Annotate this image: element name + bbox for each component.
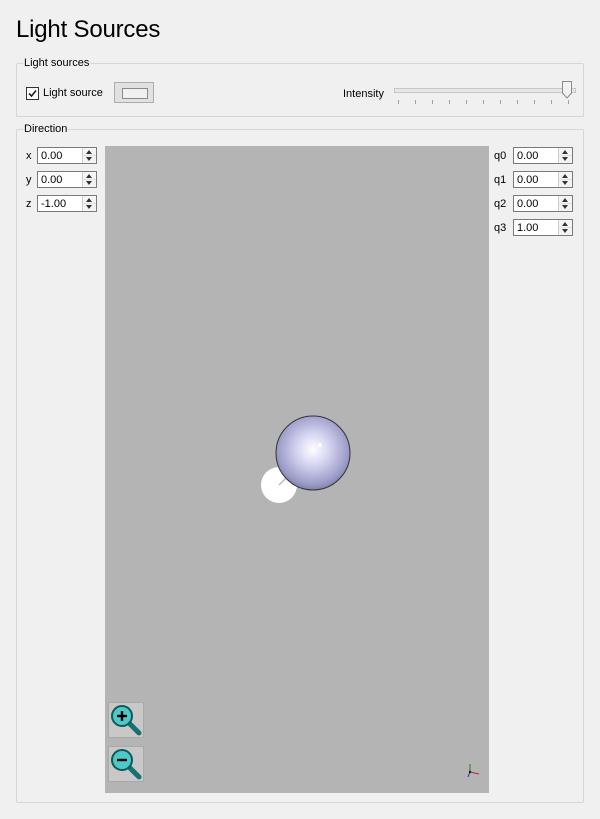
- z-value[interactable]: -1.00: [41, 198, 66, 210]
- intensity-tick: [551, 100, 552, 104]
- z-spinbox[interactable]: -1.00: [37, 195, 97, 212]
- intensity-tick: [500, 100, 501, 104]
- intensity-tick: [415, 100, 416, 104]
- q2-label: q2: [494, 198, 507, 210]
- q0-spin-arrows[interactable]: [558, 148, 572, 163]
- x-label: x: [26, 150, 32, 162]
- x-spin-arrows[interactable]: [82, 148, 96, 163]
- q3-value[interactable]: 1.00: [517, 222, 538, 234]
- intensity-slider-track[interactable]: [394, 88, 576, 93]
- zoom-out-button[interactable]: [108, 746, 144, 782]
- y-spinbox[interactable]: 0.00: [37, 171, 97, 188]
- x-value[interactable]: 0.00: [41, 150, 62, 162]
- y-value[interactable]: 0.00: [41, 174, 62, 186]
- intensity-label: Intensity: [343, 88, 384, 100]
- z-spin-arrows[interactable]: [82, 196, 96, 211]
- intensity-tick: [398, 100, 399, 104]
- q2-spinbox[interactable]: 0.00: [513, 195, 573, 212]
- axis-triad-icon: [467, 764, 480, 778]
- intensity-tick: [534, 100, 535, 104]
- zoom-in-icon: [111, 705, 142, 736]
- y-spin-arrows[interactable]: [82, 172, 96, 187]
- direction-group-label: Direction: [23, 123, 69, 135]
- preview-sphere: [275, 415, 351, 491]
- zoom-out-icon: [111, 749, 142, 780]
- intensity-tick: [432, 100, 433, 104]
- z-label: z: [26, 198, 32, 210]
- x-spinbox[interactable]: 0.00: [37, 147, 97, 164]
- checkmark-icon: [28, 89, 37, 98]
- light-direction-viewport[interactable]: [105, 146, 489, 793]
- sphere-highlight: [318, 443, 322, 447]
- light-color-button[interactable]: [114, 82, 154, 103]
- page-title: Light Sources: [16, 16, 161, 43]
- intensity-slider-handle[interactable]: [562, 81, 572, 99]
- intensity-tick: [449, 100, 450, 104]
- viewport-scene: [261, 415, 351, 503]
- light-source-checkbox-label[interactable]: Light source: [43, 87, 103, 99]
- intensity-tick: [517, 100, 518, 104]
- q3-spinbox[interactable]: 1.00: [513, 219, 573, 236]
- intensity-tick: [466, 100, 467, 104]
- q3-spin-arrows[interactable]: [558, 220, 572, 235]
- q1-label: q1: [494, 174, 507, 186]
- q1-spinbox[interactable]: 0.00: [513, 171, 573, 188]
- intensity-tick: [483, 100, 484, 104]
- q2-value[interactable]: 0.00: [517, 198, 538, 210]
- y-label: y: [26, 174, 32, 186]
- light-color-swatch: [122, 88, 148, 99]
- q0-label: q0: [494, 150, 507, 162]
- light-source-checkbox[interactable]: [26, 87, 39, 100]
- q0-spinbox[interactable]: 0.00: [513, 147, 573, 164]
- q3-label: q3: [494, 222, 507, 234]
- intensity-tick: [568, 100, 569, 104]
- light-sources-group-label: Light sources: [23, 57, 91, 69]
- q2-spin-arrows[interactable]: [558, 196, 572, 211]
- q1-value[interactable]: 0.00: [517, 174, 538, 186]
- q0-value[interactable]: 0.00: [517, 150, 538, 162]
- zoom-in-button[interactable]: [108, 702, 144, 738]
- q1-spin-arrows[interactable]: [558, 172, 572, 187]
